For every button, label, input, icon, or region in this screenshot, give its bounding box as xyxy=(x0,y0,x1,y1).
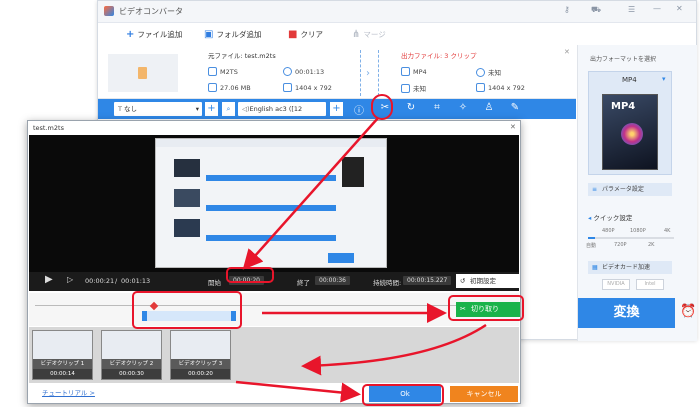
annotation-arrow xyxy=(301,323,487,376)
annotation-arrows xyxy=(235,117,487,403)
annotation-arrow xyxy=(242,117,379,270)
annotation-arrow xyxy=(235,380,361,403)
